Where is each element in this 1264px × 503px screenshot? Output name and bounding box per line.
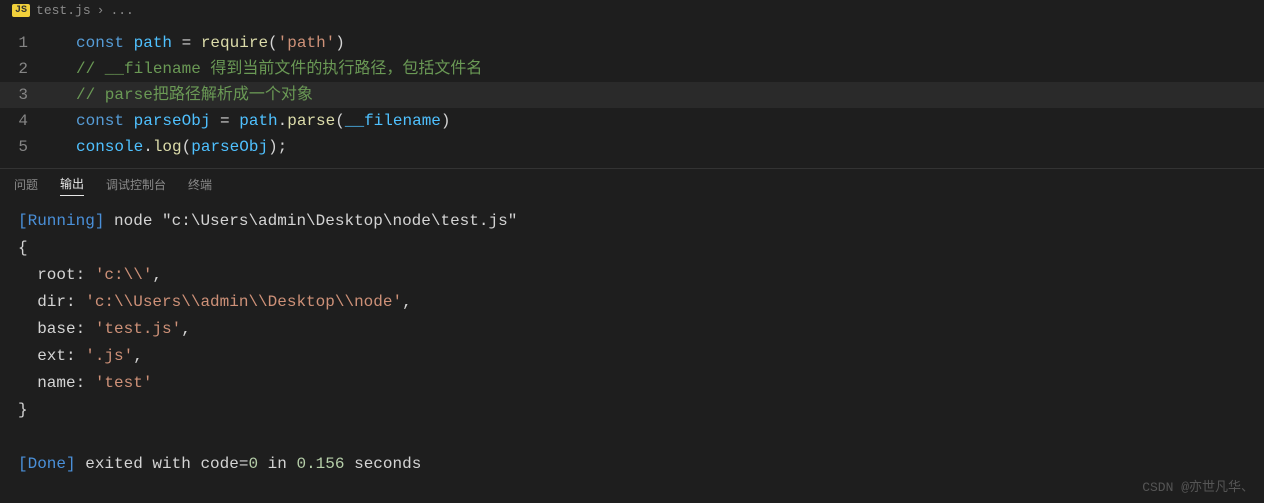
output-content[interactable]: [Running] node "c:\Users\admin\Desktop\n… — [0, 202, 1264, 484]
code-line[interactable]: 3// parse把路径解析成一个对象 — [0, 82, 1264, 108]
code-line[interactable]: 1const path = require('path') — [0, 30, 1264, 56]
code-content: // __filename 得到当前文件的执行路径，包括文件名 — [50, 56, 1264, 82]
breadcrumb-file[interactable]: test.js — [36, 3, 91, 18]
code-content: const path = require('path') — [50, 30, 1264, 56]
js-file-icon: JS — [12, 4, 30, 17]
output-line: } — [18, 397, 1246, 424]
line-number: 4 — [0, 108, 50, 134]
breadcrumb-separator: › — [97, 3, 105, 18]
bottom-panel: 问题 输出 调试控制台 终端 [Running] node "c:\Users\… — [0, 168, 1264, 484]
output-line: dir: 'c:\\Users\\admin\\Desktop\\node', — [18, 289, 1246, 316]
output-done-line: [Done] exited with code=0 in 0.156 secon… — [18, 451, 1246, 478]
output-line: base: 'test.js', — [18, 316, 1246, 343]
tab-debug-console[interactable]: 调试控制台 — [106, 176, 166, 196]
watermark: CSDN @亦世凡华、 — [1142, 476, 1254, 495]
code-content: // parse把路径解析成一个对象 — [50, 82, 1264, 108]
output-blank — [18, 424, 1246, 451]
line-number: 5 — [0, 134, 50, 160]
output-line: name: 'test' — [18, 370, 1246, 397]
tab-problems[interactable]: 问题 — [14, 176, 38, 196]
output-line: root: 'c:\\', — [18, 262, 1246, 289]
line-number: 3 — [0, 82, 50, 108]
breadcrumb-after: ... — [110, 3, 133, 18]
line-number: 2 — [0, 56, 50, 82]
tab-output[interactable]: 输出 — [60, 175, 84, 196]
output-line: { — [18, 235, 1246, 262]
tab-terminal[interactable]: 终端 — [188, 176, 212, 196]
output-running-line: [Running] node "c:\Users\admin\Desktop\n… — [18, 208, 1246, 235]
running-tag: [Running] — [18, 212, 104, 230]
panel-tabs: 问题 输出 调试控制台 终端 — [0, 169, 1264, 202]
code-content: console.log(parseObj); — [50, 134, 1264, 160]
line-number: 1 — [0, 30, 50, 56]
output-line: ext: '.js', — [18, 343, 1246, 370]
code-line[interactable]: 2// __filename 得到当前文件的执行路径，包括文件名 — [0, 56, 1264, 82]
code-line[interactable]: 4const parseObj = path.parse(__filename) — [0, 108, 1264, 134]
code-editor[interactable]: 1const path = require('path')2// __filen… — [0, 22, 1264, 168]
done-tag: [Done] — [18, 455, 76, 473]
code-content: const parseObj = path.parse(__filename) — [50, 108, 1264, 134]
code-line[interactable]: 5console.log(parseObj); — [0, 134, 1264, 160]
breadcrumb: JS test.js › ... — [0, 0, 1264, 22]
